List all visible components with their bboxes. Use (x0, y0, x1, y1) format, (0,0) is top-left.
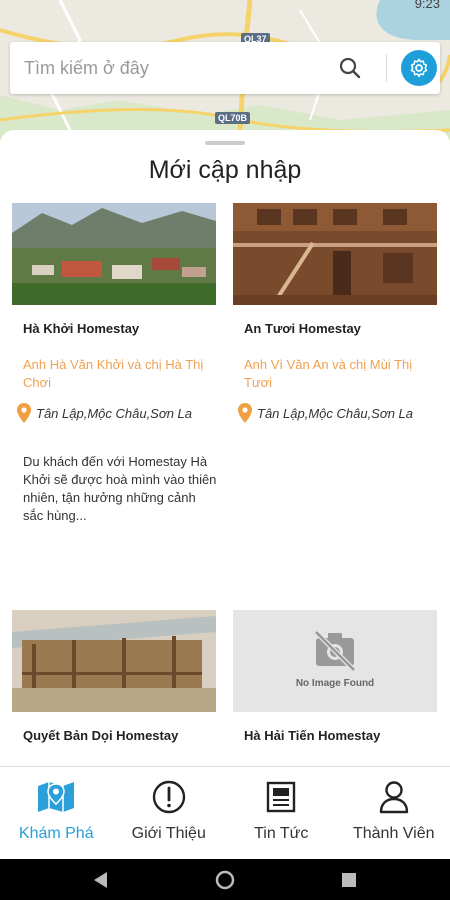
status-bar: 9:23 (0, 0, 450, 14)
homestay-photo (12, 610, 216, 712)
homestay-address: Tân Lập,Mộc Châu,Sơn La (238, 403, 438, 423)
homestay-name: Hà Khởi Homestay (23, 321, 140, 336)
homestay-name: Quyết Bản Dọi Homestay (23, 728, 179, 743)
location-pin-icon (238, 403, 252, 423)
nav-item-gioi-thieu[interactable]: Giới Thiệu (113, 767, 226, 859)
homestay-card[interactable]: An Tươi Homestay Anh Vì Văn An và chị Mù… (233, 203, 437, 593)
bottom-navigation: Khám Phá Giới Thiệu Tin Tức Thành Viên (0, 766, 450, 859)
nav-item-thanh-vien[interactable]: Thành Viên (338, 767, 450, 859)
nav-item-tin-tuc[interactable]: Tin Tức (225, 767, 338, 859)
info-icon (150, 780, 188, 814)
no-camera-icon (314, 630, 356, 672)
news-icon (262, 780, 300, 814)
system-navigation-bar (0, 859, 450, 900)
nav-label: Thành Viên (352, 825, 435, 842)
homestay-address: Tân Lập,Mộc Châu,Sơn La (17, 403, 217, 423)
address-text: Tân Lập,Mộc Châu,Sơn La (257, 405, 414, 421)
search-input[interactable] (24, 54, 324, 82)
homestay-card[interactable]: No Image Found Hà Hải Tiến Homestay (233, 610, 437, 766)
map-icon (37, 780, 75, 814)
nav-item-kham-pha[interactable]: Khám Phá (0, 767, 113, 859)
homestay-card[interactable]: Quyết Bản Dọi Homestay (12, 610, 216, 766)
homestay-owner: Anh Hà Văn Khởi và chị Hà Thị Chơi (23, 357, 204, 390)
section-title: Mới cập nhập (148, 156, 302, 184)
nav-label: Khám Phá (18, 825, 94, 842)
location-pin-icon (17, 403, 31, 423)
search-icon[interactable] (338, 56, 362, 80)
homestay-owner: Anh Vì Văn An và chị Mùi Thị Tươi (244, 357, 413, 390)
gear-icon (410, 58, 428, 78)
homestay-description: Du khách đến với Homestay Hà Khởi sẽ đượ… (23, 454, 217, 523)
settings-button[interactable] (401, 50, 437, 86)
recents-icon[interactable] (342, 873, 356, 887)
homestay-photo (12, 203, 216, 305)
home-icon[interactable] (215, 870, 235, 890)
divider (386, 54, 387, 82)
homestay-name: An Tươi Homestay (244, 321, 361, 336)
no-image-placeholder: No Image Found (233, 610, 437, 712)
user-icon (375, 780, 413, 814)
nav-label: Giới Thiệu (131, 825, 206, 842)
drag-handle[interactable] (205, 141, 245, 145)
homestay-card[interactable]: Hà Khởi Homestay Anh Hà Văn Khởi và chị … (12, 203, 216, 593)
back-icon[interactable] (94, 872, 107, 888)
nav-label: Tin Tức (254, 825, 309, 842)
search-bar (10, 42, 440, 94)
no-image-label: No Image Found (295, 678, 375, 689)
bottom-sheet[interactable]: Mới cập nhập Hà Khởi Homestay Anh Hà Văn… (0, 130, 450, 766)
homestay-photo (233, 203, 437, 305)
route-badge: QL70B (215, 112, 251, 124)
status-time: 9:23 (414, 0, 440, 11)
homestay-name: Hà Hải Tiến Homestay (244, 728, 381, 743)
address-text: Tân Lập,Mộc Châu,Sơn La (36, 405, 193, 421)
